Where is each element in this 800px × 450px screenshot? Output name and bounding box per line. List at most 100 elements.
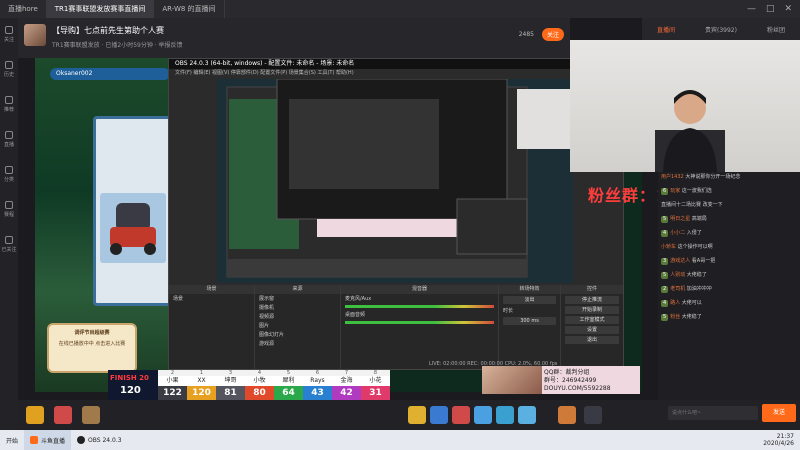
rocket-icon[interactable]: [452, 406, 470, 424]
chat-text: 入侵了: [686, 230, 702, 236]
nav-history[interactable]: 历史: [4, 61, 14, 78]
gift-icon[interactable]: [518, 406, 536, 424]
chat-user[interactable]: 用户1432: [661, 174, 684, 180]
tab-home[interactable]: 直播hore: [0, 0, 47, 18]
nav-followed[interactable]: 已关注: [1, 236, 17, 253]
maximize-icon[interactable]: □: [766, 4, 775, 14]
chat-user[interactable]: 小轿车: [661, 244, 676, 250]
chat-message: 小轿车 这个操作可以啊: [661, 244, 797, 251]
gift-icon[interactable]: [430, 406, 448, 424]
tab-fans[interactable]: 粉丝团: [767, 25, 785, 34]
nav-follow[interactable]: 关注: [4, 26, 14, 43]
gift-icon[interactable]: [496, 406, 514, 424]
nav-category[interactable]: 分类: [4, 166, 14, 183]
gift-icon[interactable]: [474, 406, 492, 424]
chat-user[interactable]: 明日之星: [670, 216, 690, 222]
fan-badge: 5: [661, 314, 669, 321]
clock-time: 21:37: [776, 433, 794, 440]
tab-chat[interactable]: 直播间: [657, 25, 675, 34]
source-item[interactable]: 图片: [255, 321, 340, 330]
obs-preview: [217, 79, 573, 283]
dock-header: 来源: [255, 285, 340, 294]
chat-text: 加油冲冲冲: [686, 286, 712, 292]
chat-text: 直播间十二场比赛 改变一下: [661, 202, 723, 208]
chat-message: 4 路人 大佬可以: [661, 300, 797, 307]
nav-recommend[interactable]: 推荐: [4, 96, 14, 113]
gift-box-icon[interactable]: [54, 406, 72, 424]
follow-button[interactable]: 关注: [541, 28, 564, 41]
mixer-channel: 麦克风/Aux: [345, 296, 372, 302]
popup-text: 在线已播放中中 点击进入比赛: [58, 341, 126, 347]
chat-user[interactable]: 人别动: [670, 272, 685, 278]
tv-icon: [4, 131, 13, 139]
chat-tabs: 直播间 贵宾(3992) 粉丝团: [642, 18, 800, 40]
source-item[interactable]: 展示窗: [255, 294, 340, 303]
noble-icon[interactable]: [584, 406, 602, 424]
fan-badge-icon[interactable]: [558, 406, 576, 424]
send-button[interactable]: 发送: [762, 404, 796, 422]
player-points: 120: [187, 386, 216, 400]
chat-user[interactable]: 老司机: [670, 286, 685, 292]
tab-other-room[interactable]: AR-W8 的直播间: [154, 0, 225, 18]
chat-user[interactable]: 小小二: [670, 230, 685, 236]
chat-message: 6 玩家 这一波我们选: [661, 188, 797, 195]
tab-label: 直播hore: [8, 5, 38, 13]
clock-date: 2020/4/26: [763, 440, 794, 447]
duration-input[interactable]: 300 ms: [503, 317, 556, 325]
studio-mode-button[interactable]: 工作室模式: [565, 316, 619, 324]
viewer-count: 2485: [518, 31, 534, 38]
chat-user[interactable]: 粉丝: [670, 314, 680, 320]
nav-live[interactable]: 直播: [4, 131, 14, 148]
controls-dock: 控件 停止推流 开始录制 工作室模式 设置 退出: [561, 285, 623, 369]
finish-box: FINISH 20 120: [108, 370, 158, 400]
settings-button[interactable]: 设置: [565, 326, 619, 334]
exit-button[interactable]: 退出: [565, 336, 619, 344]
tab-room[interactable]: TR1赛事联盟发放赛事直播间: [46, 0, 155, 18]
source-item[interactable]: 图像幻灯片: [255, 330, 340, 339]
chat-user[interactable]: 游戏达人: [670, 258, 690, 264]
clock-icon: [4, 61, 13, 69]
sources-dock: 来源 展示窗 摄像机 视频源 图片 图像幻灯片 游戏源: [255, 285, 341, 369]
source-item[interactable]: 视频源: [255, 312, 340, 321]
nav-label: 关注: [3, 37, 14, 43]
streamer-avatar[interactable]: [24, 24, 46, 46]
stop-stream-button[interactable]: 停止推流: [565, 296, 619, 304]
chat-user[interactable]: 玩家: [670, 188, 680, 194]
obs-menu[interactable]: 文件(F) 编辑(E) 视图(V) 停靠部件(D) 配置文件(P) 场景集合(S…: [169, 69, 623, 77]
chat-user[interactable]: 路人: [670, 300, 680, 306]
nav-label: 已关注: [1, 247, 17, 253]
tab-vip[interactable]: 贵宾(3992): [705, 25, 737, 34]
source-item[interactable]: 摄像机: [255, 303, 340, 312]
scene-item[interactable]: 场景: [169, 294, 254, 303]
video-player[interactable]: Oksaner002 调评节目超级赛 在线已播放中中 点击进入比赛 OBS 24…: [35, 58, 642, 392]
player-score: 6 Rays 43: [303, 370, 332, 400]
player-score: 2 小果 122: [158, 370, 187, 400]
taskbar-douyu[interactable]: 斗鱼直播: [24, 430, 72, 450]
fan-badge: 5: [661, 216, 669, 223]
fan-badge: 6: [661, 188, 669, 195]
finish-value: 120: [120, 385, 141, 396]
source-item[interactable]: 游戏源: [255, 339, 340, 348]
player-points: 31: [361, 386, 390, 400]
chat-input[interactable]: 说点什么吧~: [668, 406, 758, 420]
obs-app-icon: [77, 436, 86, 444]
nav-schedule[interactable]: 赛程: [4, 201, 14, 218]
banner-image: [482, 366, 542, 394]
gift-icon[interactable]: [408, 406, 426, 424]
treasure-icon[interactable]: [82, 406, 100, 424]
obs-docks: 场景 场景 来源 展示窗 摄像机 视频源 图片 图像幻灯片 游戏源 混音器 麦克…: [169, 285, 623, 369]
mixer-channel: 桌面音频: [345, 312, 366, 318]
player-name: XX: [187, 376, 216, 386]
start-recording-button[interactable]: 开始录制: [565, 306, 619, 314]
chat-message: 5 明日之星 高端局: [661, 216, 797, 223]
taskbar-obs[interactable]: OBS 24.0.3: [71, 430, 128, 450]
close-icon[interactable]: ✕: [784, 4, 792, 14]
trophy-icon[interactable]: [26, 406, 44, 424]
minimize-icon[interactable]: —: [747, 4, 756, 14]
player-name: 金海: [332, 376, 361, 386]
room-title: 【导购】七点前先生第助个人赛: [52, 26, 164, 35]
webcam-overlay: [570, 40, 800, 172]
transition-select[interactable]: 淡出: [503, 296, 556, 304]
start-button[interactable]: 开始: [0, 430, 24, 450]
system-clock[interactable]: 21:37 2020/4/26: [763, 433, 800, 447]
